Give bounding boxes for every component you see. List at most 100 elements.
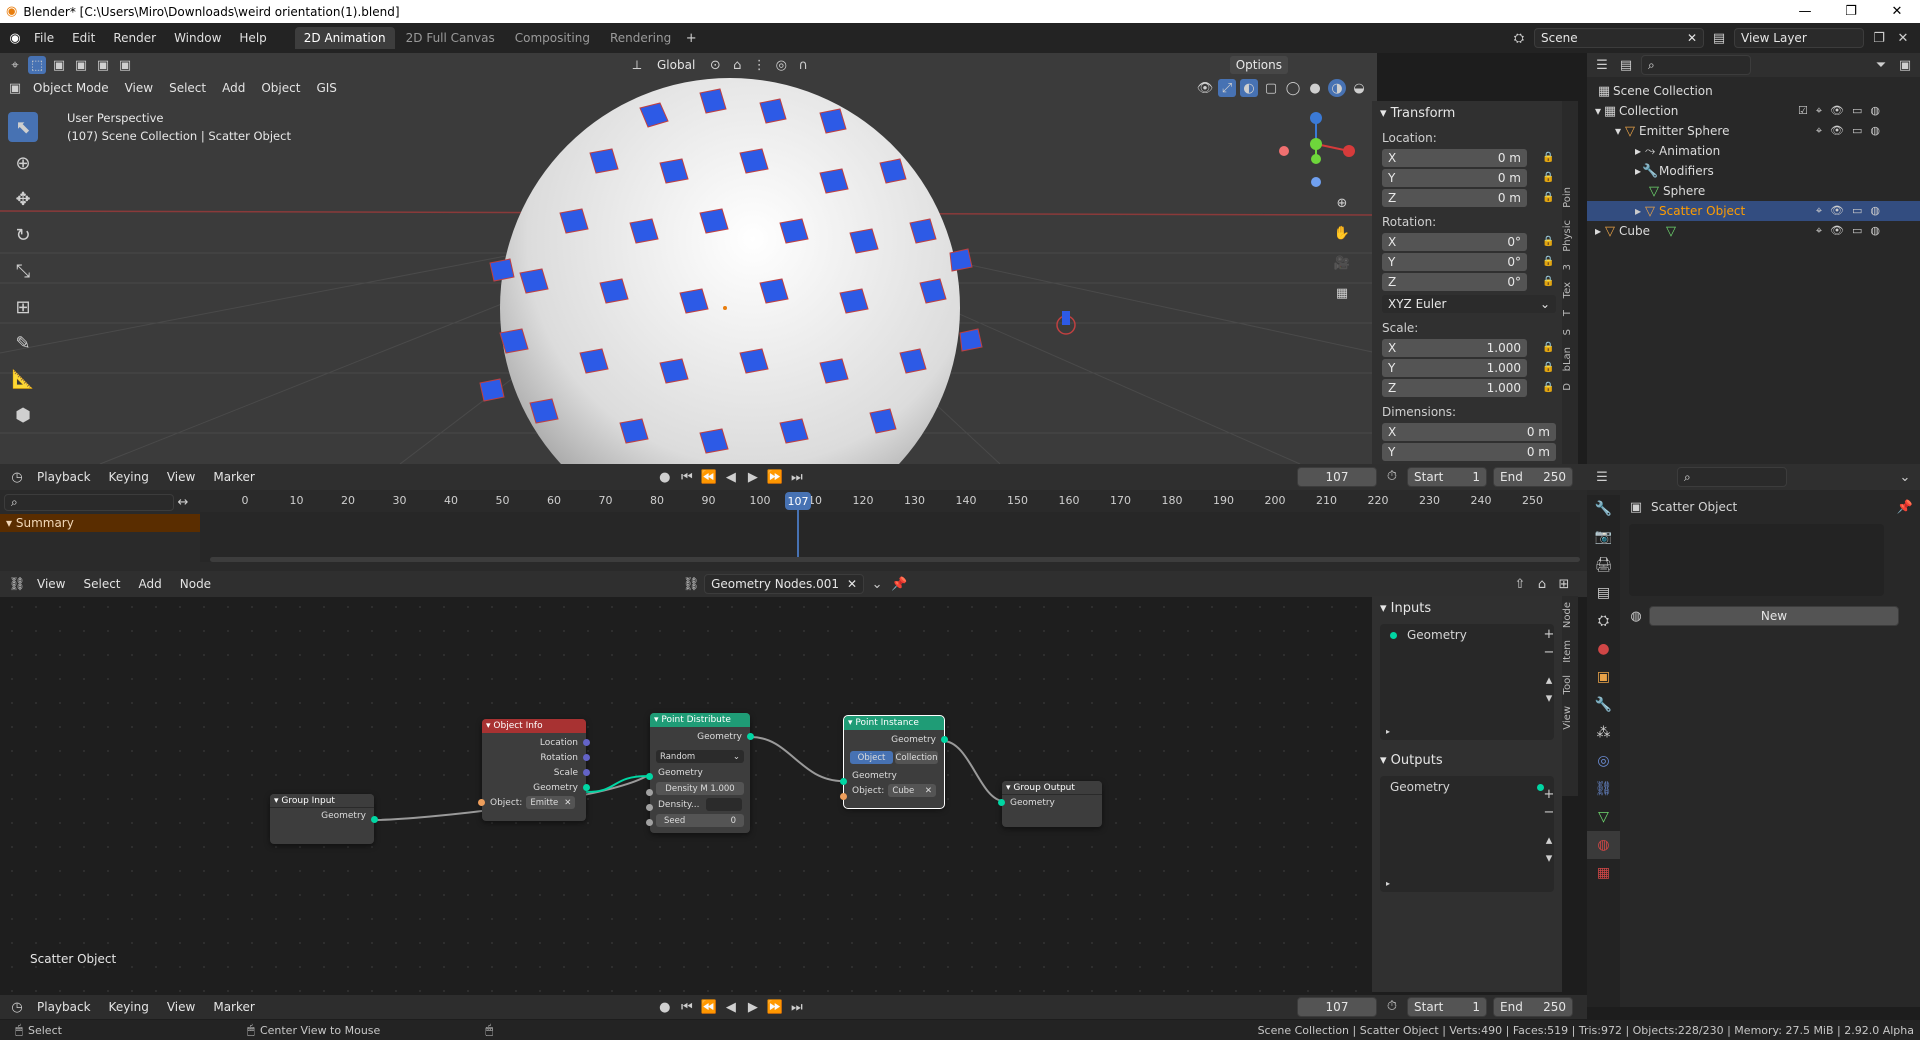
proportional-icon[interactable]: ◎ — [772, 56, 790, 74]
snap-node-icon[interactable]: ⌂ — [1533, 575, 1551, 593]
jump-end-icon[interactable]: ⏭ — [788, 468, 806, 486]
menu-viewport-add[interactable]: Add — [215, 79, 252, 97]
tab-tex[interactable]: Tex — [1562, 276, 1578, 304]
scale-z-field[interactable]: Z 1.000 — [1382, 379, 1527, 397]
start-frame-field[interactable]: Start 1 — [1407, 467, 1487, 487]
menu-timeline-view[interactable]: View — [160, 998, 202, 1016]
physics-tab-icon[interactable]: ◎ — [1587, 747, 1620, 775]
move-down-icon[interactable]: ▾ — [1540, 849, 1558, 867]
menu-viewport-view[interactable]: View — [118, 79, 160, 97]
start-frame-field[interactable]: Start 1 — [1407, 997, 1487, 1017]
timeline-editor-icon[interactable]: ◷ — [8, 998, 26, 1016]
distribute-mode-dropdown[interactable]: Random ⌄ — [656, 750, 744, 763]
menu-keying[interactable]: Keying — [102, 998, 156, 1016]
new-collection-icon[interactable]: ▣ — [1896, 56, 1914, 74]
tab-s[interactable]: S — [1562, 323, 1578, 341]
viewlayer-icon[interactable]: ▤ — [1710, 29, 1728, 47]
menu-edit[interactable]: Edit — [64, 28, 103, 48]
stopwatch-icon[interactable]: ⏱ — [1383, 467, 1401, 485]
socket-density[interactable] — [646, 804, 653, 811]
location-y-field[interactable]: Y0 m — [1382, 169, 1527, 187]
scene-field[interactable]: Scene ✕ — [1534, 28, 1704, 48]
pin-icon[interactable]: 📌 — [890, 575, 908, 593]
visibility-icon[interactable]: 👁 — [1196, 79, 1214, 97]
resize-icon[interactable]: ↔ — [174, 493, 192, 511]
dimensions-x-field[interactable]: X0 m — [1382, 423, 1556, 441]
clear-icon[interactable]: ✕ — [925, 786, 932, 796]
object-tab-icon[interactable]: ▣ — [1587, 663, 1620, 691]
next-keyframe-icon[interactable]: ⏩ — [766, 998, 784, 1016]
constraints-tab-icon[interactable]: ⛓ — [1587, 775, 1620, 803]
minimize-icon[interactable]: — — [1782, 4, 1828, 19]
dopesheet-area[interactable] — [200, 512, 1580, 562]
menu-marker[interactable]: Marker — [206, 468, 261, 486]
prev-keyframe-icon[interactable]: ⏪ — [700, 998, 718, 1016]
object-picker[interactable]: Cube ✕ — [888, 784, 936, 797]
camera-icon[interactable]: 🎥 — [1333, 254, 1351, 272]
lock-icon[interactable]: 🔒 — [1542, 362, 1554, 373]
node-object-info[interactable]: ▾ Object Info Location Rotation Scale Ge… — [478, 719, 590, 821]
menu-viewport-object[interactable]: Object — [254, 79, 307, 97]
add-workspace-icon[interactable]: + — [682, 29, 700, 47]
data-tab-icon[interactable]: ▽ — [1587, 803, 1620, 831]
tab-2d-animation[interactable]: 2D Animation — [294, 27, 395, 49]
output-item-geometry[interactable]: Geometry — [1380, 776, 1554, 798]
socket-geometry[interactable] — [583, 784, 590, 791]
timeline-scrollbar[interactable] — [210, 557, 1580, 562]
editor-type-icon[interactable]: ⌖ — [6, 56, 24, 74]
outliner-type-icon[interactable]: ☰ — [1593, 56, 1611, 74]
end-frame-field[interactable]: End 250 — [1493, 997, 1573, 1017]
falloff-icon[interactable]: ∩ — [794, 56, 812, 74]
dimensions-y-field[interactable]: Y0 m — [1382, 443, 1556, 461]
add-output-icon[interactable]: + — [1540, 785, 1558, 803]
lock-icon[interactable]: 🔒 — [1542, 192, 1554, 203]
jump-end-icon[interactable]: ⏭ — [788, 998, 806, 1016]
object-picker[interactable]: Emitte ✕ — [526, 796, 576, 809]
play-reverse-icon[interactable]: ◀ — [722, 468, 740, 486]
cursor-tool-icon[interactable]: ⊕ — [8, 148, 38, 178]
menu-node-view[interactable]: View — [30, 575, 72, 593]
properties-type-icon[interactable]: ☰ — [1593, 468, 1611, 486]
outputs-header[interactable]: ▾ Outputs — [1372, 748, 1562, 772]
menu-node-add[interactable]: Add — [132, 575, 169, 593]
play-icon[interactable]: ▶ — [744, 998, 762, 1016]
tab-rendering[interactable]: Rendering — [601, 27, 680, 49]
outliner-row-scene-collection[interactable]: ▦ Scene Collection — [1587, 81, 1920, 101]
menu-help[interactable]: Help — [231, 28, 274, 48]
scale-tool-icon[interactable]: ⤡ — [8, 256, 38, 286]
outliner-row-emitter-sphere[interactable]: ▾ ▽ Emitter Sphere ⌖ 👁 ▭ ◍ — [1587, 121, 1920, 141]
render-tab-icon[interactable]: 📷 — [1587, 523, 1620, 551]
socket-geometry-out[interactable] — [941, 736, 948, 743]
playhead-frame[interactable]: 107 — [785, 492, 811, 510]
socket-input[interactable] — [998, 799, 1005, 806]
copy-icon[interactable]: ❐ — [1870, 29, 1888, 47]
transform-header[interactable]: ▾ Transform — [1372, 101, 1562, 125]
select-mode-invert-icon[interactable]: ▣ — [116, 56, 134, 74]
properties-search-input[interactable]: ⌕ — [1677, 467, 1787, 487]
select-box-icon[interactable]: ⬚ — [28, 56, 46, 74]
properties-editor[interactable]: ☰ ⌕ ⌄ ▣ Scatter Object 📌 ◍ New — [1587, 464, 1920, 1007]
tab-blan[interactable]: bLan — [1562, 341, 1578, 377]
scale-y-field[interactable]: Y 1.000 — [1382, 359, 1527, 377]
play-icon[interactable]: ▶ — [744, 468, 762, 486]
properties-options-icon[interactable]: ⌄ — [1896, 468, 1914, 486]
overlay-icon[interactable]: ◐ — [1240, 79, 1258, 97]
maximize-icon[interactable]: ❐ — [1828, 4, 1874, 19]
current-frame-field[interactable]: 107 — [1297, 997, 1377, 1017]
socket-rotation[interactable] — [583, 754, 590, 761]
tab-2d-full-canvas[interactable]: 2D Full Canvas — [397, 27, 504, 49]
tab-t[interactable]: T — [1562, 304, 1578, 322]
select-tool-icon[interactable]: ⬉ — [8, 112, 38, 142]
rotation-x-field[interactable]: X 0° — [1382, 233, 1527, 251]
menu-file[interactable]: File — [26, 28, 62, 48]
modifier-tab-icon[interactable]: 🔧 — [1587, 691, 1620, 719]
current-frame-field[interactable]: 107 — [1297, 467, 1377, 487]
options-dropdown[interactable]: Options — [1229, 56, 1288, 74]
transform-tool-icon[interactable]: ⊞ — [8, 292, 38, 322]
select-mode-extend-icon[interactable]: ▣ — [72, 56, 90, 74]
node-editor-type-icon[interactable]: ⛓ — [8, 575, 26, 593]
lock-icon[interactable]: 🔒 — [1542, 382, 1554, 393]
node-tree-icon[interactable]: ⛓ — [682, 575, 700, 593]
annotate-tool-icon[interactable]: ✎ — [8, 328, 38, 358]
record-icon[interactable]: ● — [656, 998, 674, 1016]
